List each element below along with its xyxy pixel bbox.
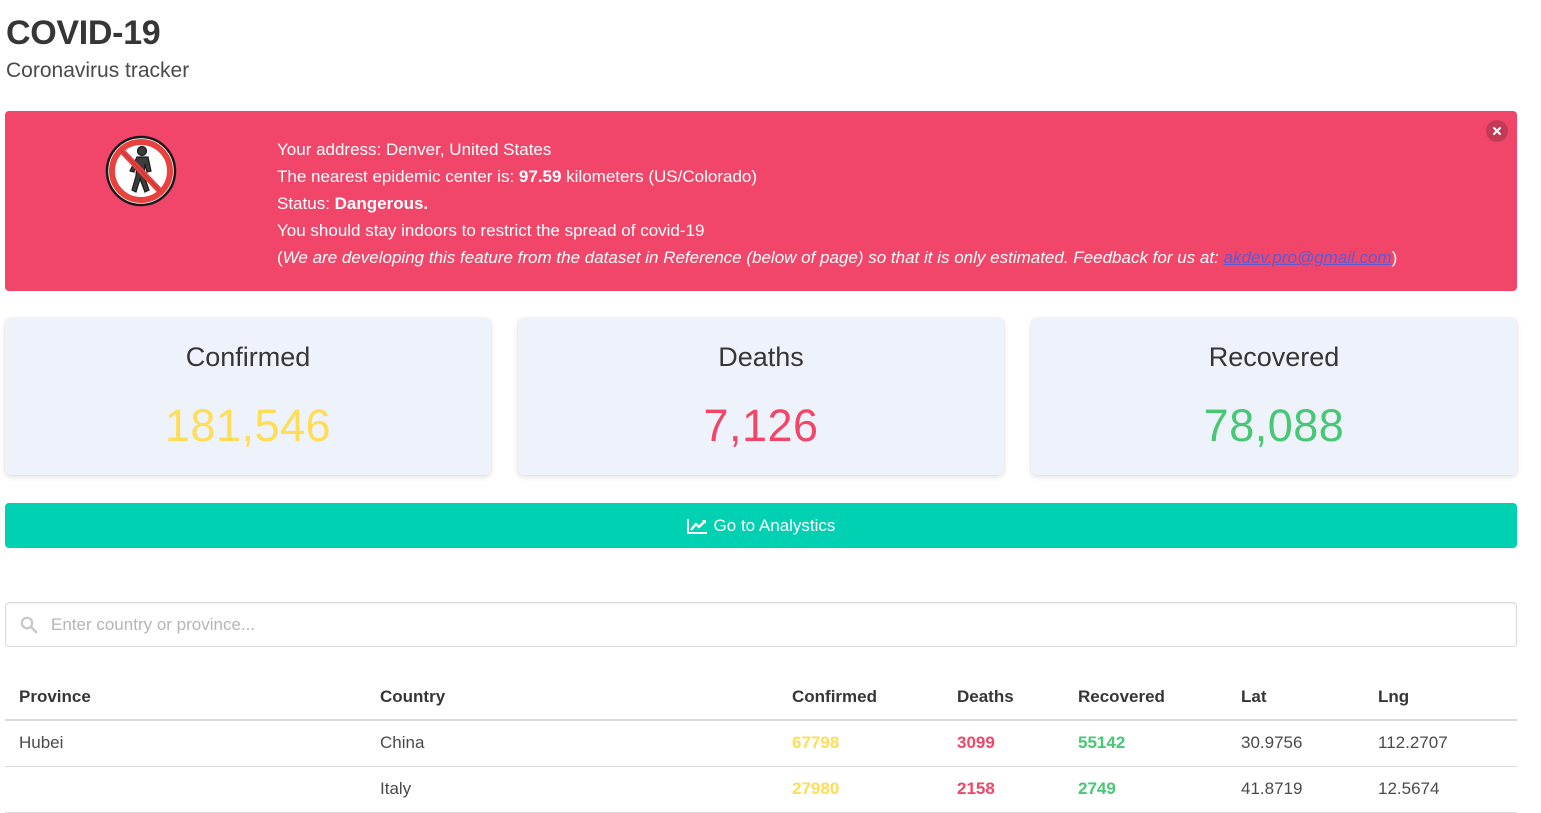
close-icon [1493,127,1501,135]
confirmed-card: Confirmed 181,546 [5,318,491,475]
column-header-recovered[interactable]: Recovered [1064,674,1227,721]
deaths-cell: 2158 [943,766,1064,813]
confirmed-value: 181,546 [164,400,332,451]
lng-cell: 112.2707 [1364,720,1517,767]
cases-table: Province Country Confirmed Deaths Recove… [5,674,1517,813]
search-input[interactable] [51,603,1501,646]
address-label: Your address: [277,140,386,159]
column-header-deaths[interactable]: Deaths [943,674,1064,721]
status-value: Dangerous. [334,194,429,213]
alert-nearest-line: The nearest epidemic center is: 97.59 ki… [277,163,1397,190]
page-subtitle: Coronavirus tracker [6,59,190,82]
feedback-email-link[interactable]: akdev.pro@gmail.com [1224,248,1392,267]
column-header-lat[interactable]: Lat [1227,674,1364,721]
alert-address-line: Your address: Denver, United States [277,136,1397,163]
deaths-label: Deaths [718,342,804,372]
status-label: Status: [277,194,335,213]
recovered-cell: 2749 [1064,766,1227,813]
page: COVID-19 Coronavirus tracker Your addres… [0,0,1541,813]
recovered-cell: 55142 [1064,720,1227,767]
column-header-confirmed[interactable]: Confirmed [778,674,943,721]
province-cell [5,766,366,813]
column-header-province[interactable]: Province [5,674,366,721]
recovered-label: Recovered [1208,342,1340,372]
page-title: COVID-19 [6,14,161,52]
lat-cell: 30.9756 [1227,720,1364,767]
table-header-row: Province Country Confirmed Deaths Recove… [5,674,1517,721]
confirmed-cell: 27980 [778,766,943,813]
alert-note-line: (We are developing this feature from the… [277,244,1397,271]
confirmed-label: Confirmed [185,342,311,372]
province-cell: Hubei [5,720,366,767]
search-icon [20,616,38,639]
alert-advice-line: You should stay indoors to restrict the … [277,221,705,240]
note-close: ) [1391,248,1398,267]
search-box [5,602,1517,647]
alert-status-line: Status: Dangerous. [277,190,1397,217]
nearest-distance: 97.59 [518,167,562,186]
deaths-cell: 3099 [943,720,1064,767]
address-value: Denver, United States [386,140,552,159]
table-row[interactable]: Italy 27980 2158 2749 41.8719 12.5674 [5,766,1517,813]
lat-cell: 41.8719 [1227,766,1364,813]
nearest-label: The nearest epidemic center is: [277,167,519,186]
alert-message: Your address: Denver, United States The … [277,136,1397,271]
no-pedestrian-icon [104,134,178,208]
alert-close-button[interactable] [1486,120,1508,142]
column-header-lng[interactable]: Lng [1364,674,1517,721]
confirmed-cell: 67798 [778,720,943,767]
table-row[interactable]: Hubei China 67798 3099 55142 30.9756 112… [5,720,1517,767]
recovered-card: Recovered 78,088 [1031,318,1517,475]
go-to-analytics-button[interactable]: Go to Analystics [5,503,1517,548]
feedback-note: We are developing this feature from the … [282,248,1224,267]
line-chart-icon [686,518,708,534]
country-cell: Italy [366,766,778,813]
recovered-value: 78,088 [1203,400,1345,451]
deaths-card: Deaths 7,126 [518,318,1004,475]
column-header-country[interactable]: Country [366,674,778,721]
nearest-unit: kilometers (US/Colorado) [561,167,758,186]
country-cell: China [366,720,778,767]
deaths-value: 7,126 [703,400,819,451]
analytics-button-label: Go to Analystics [713,515,836,535]
lng-cell: 12.5674 [1364,766,1517,813]
